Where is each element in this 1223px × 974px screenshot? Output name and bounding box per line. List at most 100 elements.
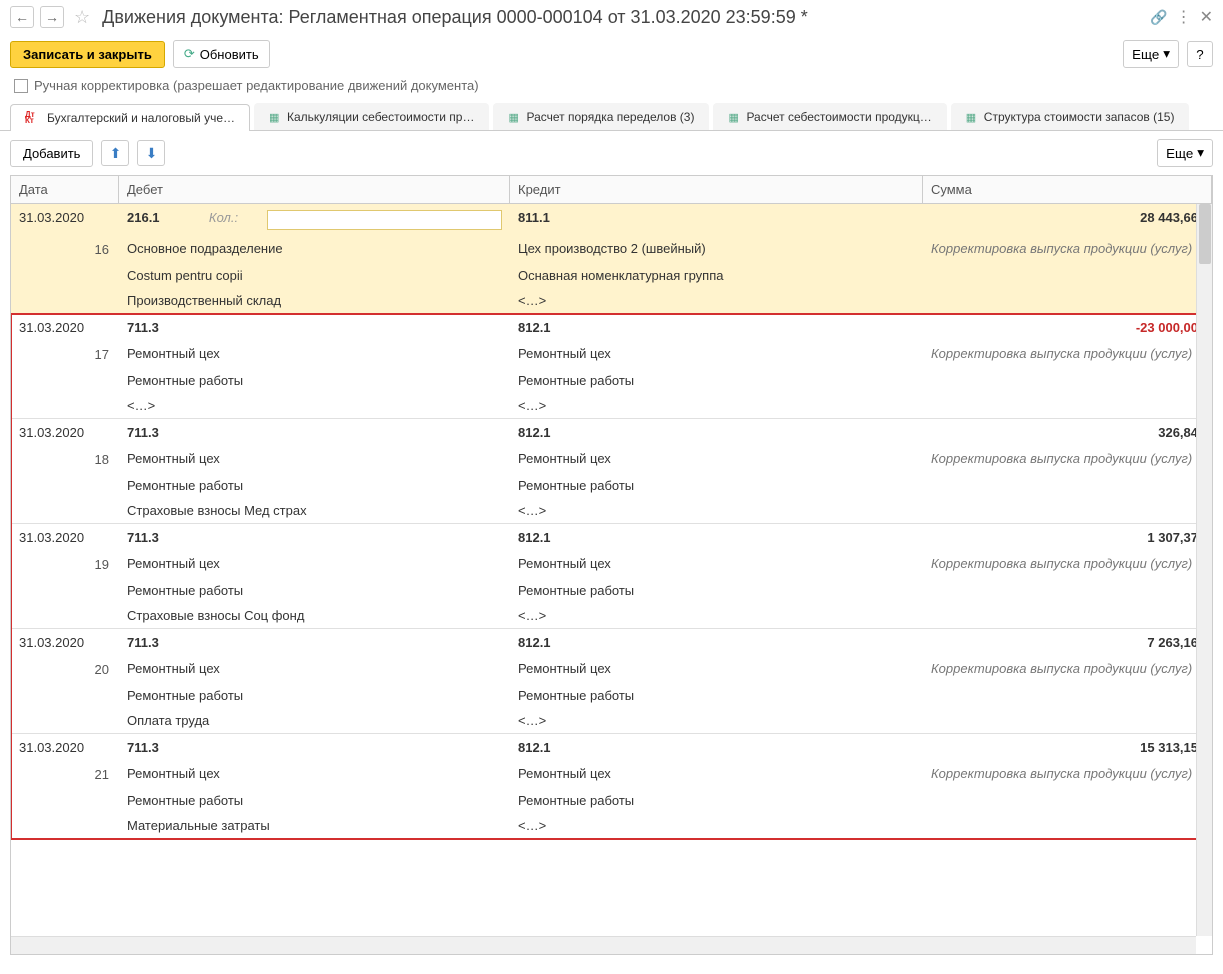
cell-idx: 17 [11,341,119,368]
tab-0[interactable]: Дт КтБухгалтерский и налоговый уче… [10,104,250,131]
credit-sub: <…> [510,498,923,523]
debit-sub: Материальные затраты [119,813,510,838]
highlighted-rows-group: 31.03.2020711.3812.1-23 000,0017Ремонтны… [11,314,1212,839]
cell-idx: 21 [11,761,119,788]
cell-debit: 711.3 [119,524,510,551]
row-note [923,498,1212,523]
close-icon[interactable]: ✕ [1200,7,1213,27]
cell-sum: 15 313,15 [923,734,1212,761]
col-sum[interactable]: Сумма [923,176,1212,203]
credit-sub: Оснавная номенклатурная группа [510,263,923,288]
horizontal-scrollbar[interactable] [11,936,1196,954]
chevron-down-icon: ▾ [1197,145,1204,161]
help-button[interactable]: ? [1187,41,1213,67]
cell-date: 31.03.2020 [11,419,119,446]
tab-label: Калькуляции себестоимости пр… [287,110,474,124]
nav-back-button[interactable]: ← [10,6,34,28]
table-row[interactable]: 31.03.2020711.3812.115 313,1521Ремонтный… [11,734,1212,839]
debit-sub: Ремонтный цех [119,446,510,473]
tab-label: Расчет себестоимости продукц… [746,110,931,124]
tab-4[interactable]: ▦Структура стоимости запасов (15) [951,103,1190,130]
debit-sub: Costum pentru copii [119,263,510,288]
row-note [923,368,1212,393]
refresh-button[interactable]: ⟳Обновить [173,40,270,68]
cell-idx: 20 [11,656,119,683]
credit-sub: <…> [510,813,923,838]
debit-sub: Ремонтные работы [119,473,510,498]
row-note [923,473,1212,498]
more-button[interactable]: Еще▾ [1123,40,1179,68]
grid-icon: ▦ [269,111,281,123]
debit-sub: Производственный склад [119,288,510,313]
tab-label: Структура стоимости запасов (15) [984,110,1175,124]
table-row[interactable]: 31.03.2020711.3812.17 263,1620Ремонтный … [11,629,1212,734]
debit-sub: Оплата труда [119,708,510,733]
table-row[interactable]: 31.03.2020711.3812.11 307,3719Ремонтный … [11,524,1212,629]
debit-sub: Ремонтный цех [119,656,510,683]
credit-sub: Ремонтный цех [510,761,923,788]
cell-idx [11,788,119,813]
qty-input[interactable] [267,210,502,230]
tab-1[interactable]: ▦ Калькуляции себестоимости пр… [254,103,489,130]
credit-sub: Ремонтные работы [510,368,923,393]
col-debit[interactable]: Дебет [119,176,510,203]
col-date[interactable]: Дата [11,176,119,203]
debit-sub: Ремонтный цех [119,551,510,578]
credit-sub: Ремонтный цех [510,341,923,368]
credit-sub: Ремонтный цех [510,551,923,578]
row-note [923,603,1212,628]
cell-debit: 711.3 [119,419,510,446]
move-down-button[interactable]: ⬇ [137,140,165,166]
table-row[interactable]: 31.03.2020711.3812.1326,8418Ремонтный це… [11,419,1212,524]
cell-debit: 711.3 [119,629,510,656]
table-row[interactable]: 31.03.2020711.3812.1-23 000,0017Ремонтны… [11,314,1212,419]
submore-button[interactable]: Еще▾ [1157,139,1213,167]
move-up-button[interactable]: ⬆ [101,140,129,166]
col-credit[interactable]: Кредит [510,176,923,203]
debit-sub: Ремонтные работы [119,368,510,393]
manual-edit-checkbox[interactable] [14,79,28,93]
debit-sub: Ремонтные работы [119,578,510,603]
cell-sum: 326,84 [923,419,1212,446]
link-icon[interactable]: 🔗 [1150,9,1167,26]
save-close-button[interactable]: Записать и закрыть [10,41,165,68]
credit-sub: Цех производство 2 (швейный) [510,236,923,263]
nav-forward-button[interactable]: → [40,6,64,28]
chevron-down-icon: ▾ [1163,46,1170,62]
grid-icon: ▦ [728,111,740,123]
cell-idx [11,263,119,288]
credit-sub: Ремонтный цех [510,656,923,683]
favorite-star-icon[interactable]: ☆ [74,7,90,28]
row-note [923,708,1212,733]
tab-3[interactable]: ▦ Расчет себестоимости продукц… [713,103,946,130]
debit-sub: Ремонтный цех [119,341,510,368]
cell-debit: 711.3 [119,314,510,341]
cell-credit: 812.1 [510,419,923,446]
tab-2[interactable]: ▦Расчет порядка переделов (3) [493,103,709,130]
vertical-scrollbar[interactable] [1196,204,1212,936]
kebab-menu-icon[interactable]: ⋮ [1176,7,1192,27]
credit-sub: Ремонтные работы [510,578,923,603]
cell-idx [11,683,119,708]
cell-date: 31.03.2020 [11,629,119,656]
grid-icon: ▦ [508,111,520,123]
cell-idx [11,498,119,523]
credit-sub: Ремонтные работы [510,473,923,498]
row-note: Корректировка выпуска продукции (услуг) [923,761,1212,788]
cell-idx [11,473,119,498]
debit-sub: Ремонтные работы [119,788,510,813]
debit-sub: Основное подразделение [119,236,510,263]
cell-idx: 16 [11,236,119,263]
table-row[interactable]: 31.03.2020216.1Кол.:811.128 443,6616Осно… [11,204,1212,314]
row-note [923,578,1212,603]
credit-sub: <…> [510,603,923,628]
row-note: Корректировка выпуска продукции (услуг) [923,446,1212,473]
row-note: Корректировка выпуска продукции (услуг) [923,341,1212,368]
tab-label: Бухгалтерский и налоговый уче… [47,111,235,125]
row-note: Корректировка выпуска продукции (услуг) [923,236,1212,263]
window-title: Движения документа: Регламентная операци… [102,7,1144,28]
add-button[interactable]: Добавить [10,140,93,167]
credit-sub: <…> [510,288,923,313]
row-note [923,393,1212,418]
row-note [923,813,1212,838]
